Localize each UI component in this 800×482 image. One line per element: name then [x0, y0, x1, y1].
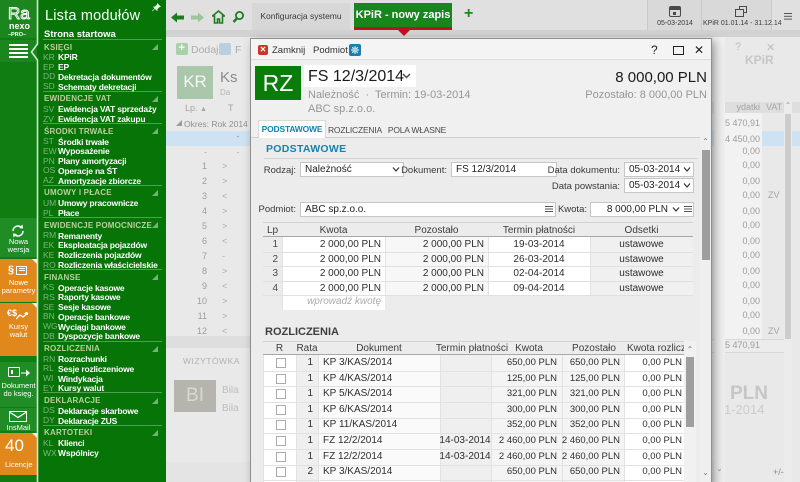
svg-text:–PRO–: –PRO– [8, 32, 26, 38]
svg-text:nexo: nexo [9, 21, 31, 31]
